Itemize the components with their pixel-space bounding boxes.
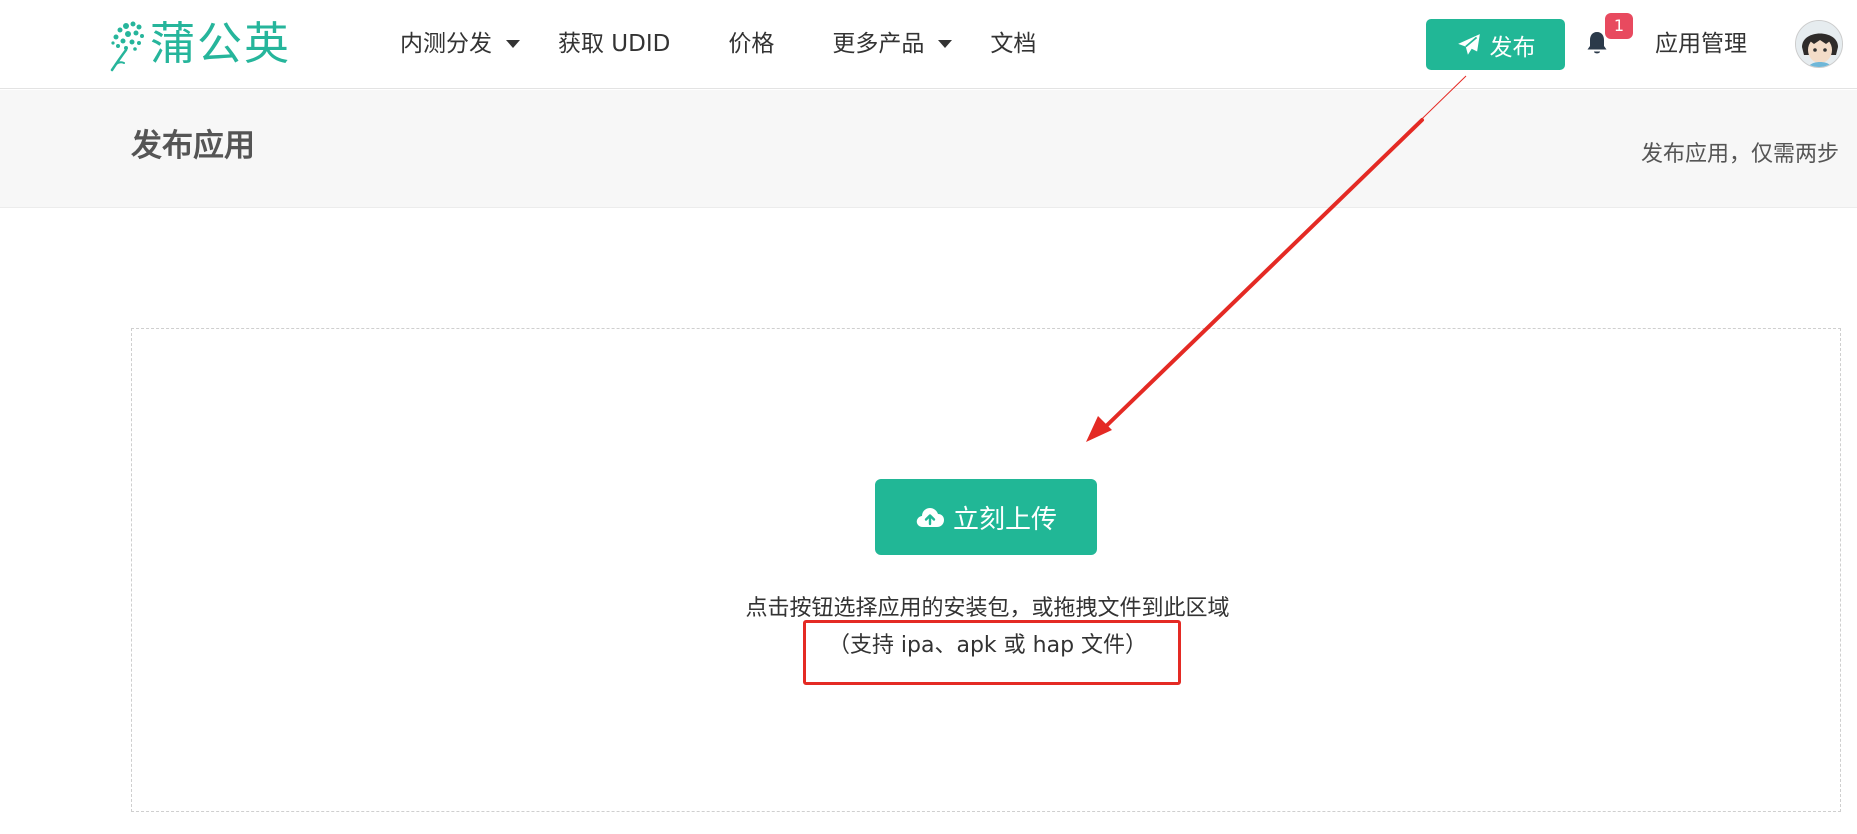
nav-item-label: 文档 [990,31,1037,57]
brand-logo[interactable]: 蒲公英 [106,16,291,72]
upload-now-button[interactable]: 立刻上传 [875,479,1097,555]
nav-item-label: 获取 UDID [558,31,671,57]
app-management-link[interactable]: 应用管理 [1655,24,1747,64]
dandelion-icon [110,21,144,72]
upload-now-label: 立刻上传 [952,504,1057,535]
publish-button[interactable]: 发布 [1426,19,1565,70]
page-header: 发布应用 发布应用，仅需两步 [0,90,1857,208]
nav-item-get-udid[interactable]: 获取 UDID [558,24,670,64]
cloud-upload-icon [916,508,944,527]
upload-dropzone[interactable] [131,328,1841,812]
supported-formats-hint: （支持 ipa、apk 或 hap 文件） [827,633,1148,658]
paper-plane-icon [1457,33,1480,55]
nav-item-label: 内测分发 [400,31,492,57]
caret-down-icon [506,40,520,48]
nav-item-beta-distribution[interactable]: 内测分发 [400,24,520,64]
page-title: 发布应用 [131,128,255,164]
main-nav: 内测分发 获取 UDID 价格 更多产品 文档 [400,24,1036,64]
avatar[interactable] [1795,20,1843,68]
caret-down-icon [938,40,953,48]
nav-item-docs[interactable]: 文档 [990,24,1036,64]
nav-item-pricing[interactable]: 价格 [728,24,774,64]
nav-item-label: 更多产品 [832,31,925,57]
upload-hint: 点击按钮选择应用的安装包，或拖拽文件到此区域 [745,596,1230,621]
nav-item-more-products[interactable]: 更多产品 [832,24,953,64]
top-navbar: 蒲公英 内测分发 获取 UDID 价格 更多产品 文档 发布 1 应用管理 [0,0,1857,89]
publish-button-label: 发布 [1489,34,1536,61]
nav-item-label: 价格 [728,31,775,57]
page-subtitle: 发布应用，仅需两步 [1640,142,1839,167]
user-avatar-image [1796,21,1842,67]
notification-badge: 1 [1605,13,1633,39]
brand-name: 蒲公英 [150,17,292,70]
